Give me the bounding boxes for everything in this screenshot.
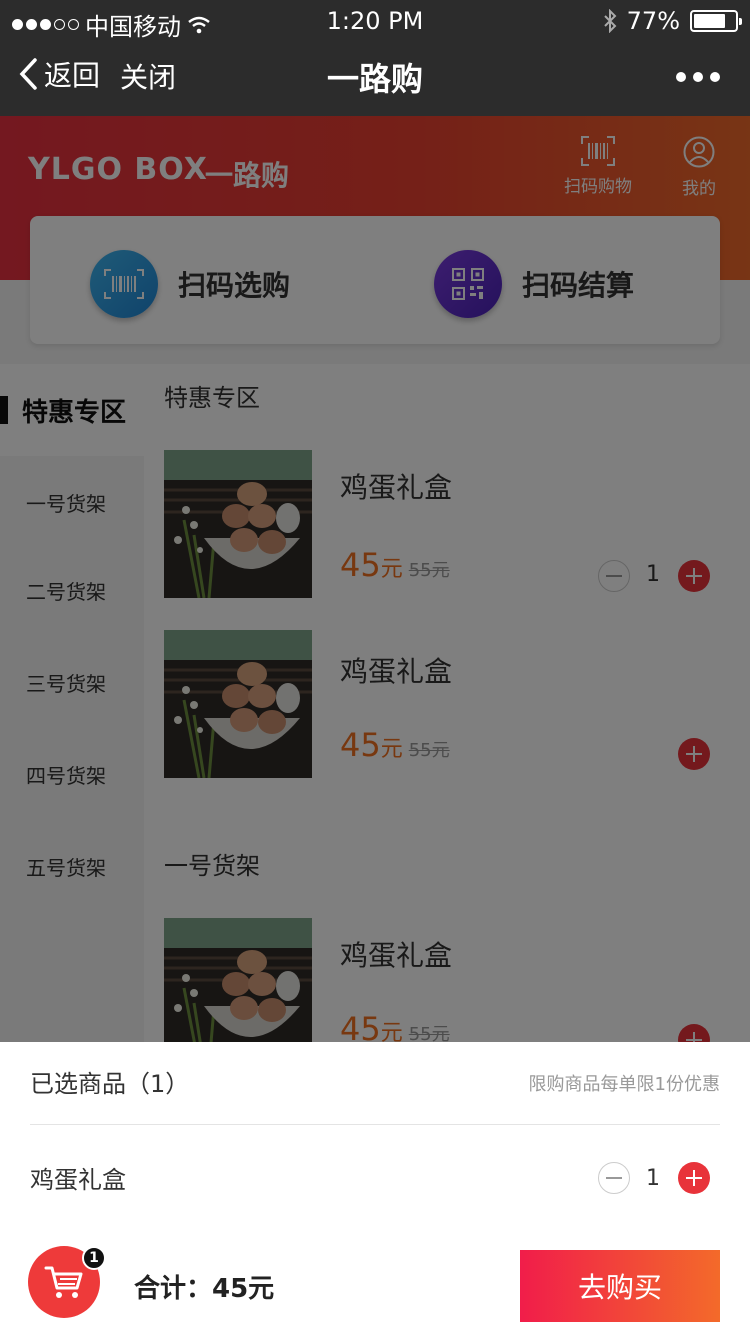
more-icon[interactable] [676, 72, 720, 82]
cart-total: 合计：45元 [134, 1274, 275, 1304]
cart-sheet-title: 已选商品（1） [30, 1070, 190, 1098]
divider [30, 1124, 720, 1125]
nav-bar: 返回 关闭 一路购 [0, 44, 750, 108]
cart-icon [44, 1266, 83, 1298]
cart-minus-button[interactable] [598, 1162, 630, 1194]
cart-sheet: 已选商品（1） 限购商品每单限1份优惠 鸡蛋礼盒 1 1 合计：45元 去购买 [0, 1042, 750, 1334]
page-title: 一路购 [326, 60, 423, 98]
cart-item-name: 鸡蛋礼盒 [30, 1166, 126, 1194]
top-bar: 中国移动 1:20 PM 77% 返回 关闭 一路购 [0, 0, 750, 116]
checkout-button[interactable]: 去购买 [520, 1250, 720, 1322]
purchase-limit-note: 限购商品每单限1份优惠 [528, 1074, 720, 1095]
modal-backdrop[interactable] [0, 116, 750, 1042]
cart-item-quantity: 1 [646, 1166, 660, 1191]
bluetooth-icon [603, 9, 617, 33]
battery-icon [690, 10, 742, 32]
cart-badge: 1 [82, 1246, 106, 1270]
battery-percent: 77% [626, 7, 680, 35]
cart-plus-button[interactable] [678, 1162, 710, 1194]
status-bar: 中国移动 1:20 PM 77% [0, 0, 750, 41]
